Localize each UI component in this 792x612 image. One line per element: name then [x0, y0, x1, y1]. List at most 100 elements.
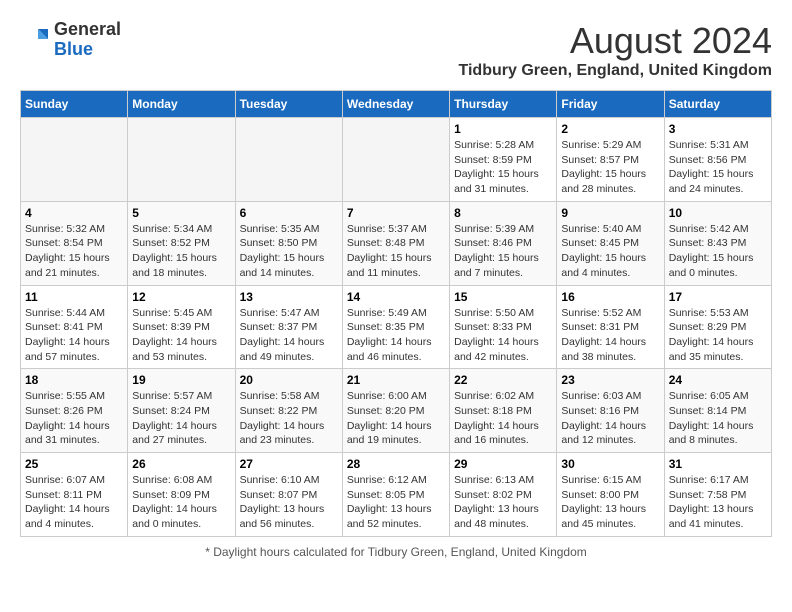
- day-number: 6: [240, 206, 338, 220]
- month-year-title: August 2024: [459, 20, 773, 62]
- day-number: 24: [669, 373, 767, 387]
- calendar-day-cell: [21, 118, 128, 202]
- calendar-day-cell: 10 Sunrise: 5:42 AMSunset: 8:43 PMDayligh…: [664, 201, 771, 285]
- day-info: Sunrise: 6:17 AMSunset: 7:58 PMDaylight:…: [669, 473, 767, 532]
- calendar-header-friday: Friday: [557, 91, 664, 118]
- calendar-header-wednesday: Wednesday: [342, 91, 449, 118]
- day-info: Sunrise: 6:12 AMSunset: 8:05 PMDaylight:…: [347, 473, 445, 532]
- day-number: 20: [240, 373, 338, 387]
- day-info: Sunrise: 6:00 AMSunset: 8:20 PMDaylight:…: [347, 389, 445, 448]
- calendar-header-tuesday: Tuesday: [235, 91, 342, 118]
- day-info: Sunrise: 5:28 AMSunset: 8:59 PMDaylight:…: [454, 138, 552, 197]
- calendar-week-row: 25 Sunrise: 6:07 AMSunset: 8:11 PMDayligh…: [21, 453, 772, 537]
- day-info: Sunrise: 5:45 AMSunset: 8:39 PMDaylight:…: [132, 306, 230, 365]
- day-info: Sunrise: 5:37 AMSunset: 8:48 PMDaylight:…: [347, 222, 445, 281]
- logo: General Blue: [20, 20, 121, 60]
- calendar-day-cell: 1 Sunrise: 5:28 AMSunset: 8:59 PMDaylight…: [450, 118, 557, 202]
- day-info: Sunrise: 6:08 AMSunset: 8:09 PMDaylight:…: [132, 473, 230, 532]
- day-number: 29: [454, 457, 552, 471]
- footer-note-text: Daylight hours: [213, 545, 290, 559]
- calendar-week-row: 18 Sunrise: 5:55 AMSunset: 8:26 PMDayligh…: [21, 369, 772, 453]
- day-info: Sunrise: 6:03 AMSunset: 8:16 PMDaylight:…: [561, 389, 659, 448]
- day-number: 23: [561, 373, 659, 387]
- day-info: Sunrise: 6:13 AMSunset: 8:02 PMDaylight:…: [454, 473, 552, 532]
- day-number: 14: [347, 290, 445, 304]
- day-number: 8: [454, 206, 552, 220]
- day-number: 1: [454, 122, 552, 136]
- day-info: Sunrise: 5:49 AMSunset: 8:35 PMDaylight:…: [347, 306, 445, 365]
- day-number: 3: [669, 122, 767, 136]
- day-number: 21: [347, 373, 445, 387]
- calendar-header-row: SundayMondayTuesdayWednesdayThursdayFrid…: [21, 91, 772, 118]
- day-number: 27: [240, 457, 338, 471]
- calendar-day-cell: 21 Sunrise: 6:00 AMSunset: 8:20 PMDayligh…: [342, 369, 449, 453]
- day-number: 17: [669, 290, 767, 304]
- calendar-day-cell: 6 Sunrise: 5:35 AMSunset: 8:50 PMDaylight…: [235, 201, 342, 285]
- title-section: August 2024 Tidbury Green, England, Unit…: [459, 20, 773, 80]
- calendar-day-cell: 18 Sunrise: 5:55 AMSunset: 8:26 PMDayligh…: [21, 369, 128, 453]
- calendar-day-cell: 31 Sunrise: 6:17 AMSunset: 7:58 PMDayligh…: [664, 453, 771, 537]
- calendar-day-cell: 27 Sunrise: 6:10 AMSunset: 8:07 PMDayligh…: [235, 453, 342, 537]
- day-info: Sunrise: 6:05 AMSunset: 8:14 PMDaylight:…: [669, 389, 767, 448]
- day-info: Sunrise: 6:15 AMSunset: 8:00 PMDaylight:…: [561, 473, 659, 532]
- calendar-week-row: 1 Sunrise: 5:28 AMSunset: 8:59 PMDaylight…: [21, 118, 772, 202]
- day-number: 18: [25, 373, 123, 387]
- calendar-header-thursday: Thursday: [450, 91, 557, 118]
- day-info: Sunrise: 6:07 AMSunset: 8:11 PMDaylight:…: [25, 473, 123, 532]
- calendar-day-cell: 19 Sunrise: 5:57 AMSunset: 8:24 PMDayligh…: [128, 369, 235, 453]
- day-info: Sunrise: 5:39 AMSunset: 8:46 PMDaylight:…: [454, 222, 552, 281]
- calendar-day-cell: [235, 118, 342, 202]
- calendar-day-cell: 20Sunrise: 5:58 AMSunset: 8:22 PMDayligh…: [235, 369, 342, 453]
- day-number: 13: [240, 290, 338, 304]
- day-number: 26: [132, 457, 230, 471]
- calendar-day-cell: 16Sunrise: 5:52 AMSunset: 8:31 PMDayligh…: [557, 285, 664, 369]
- day-info: Sunrise: 5:47 AMSunset: 8:37 PMDaylight:…: [240, 306, 338, 365]
- day-number: 7: [347, 206, 445, 220]
- calendar-day-cell: [128, 118, 235, 202]
- logo-text: General Blue: [54, 20, 121, 60]
- calendar-table: SundayMondayTuesdayWednesdayThursdayFrid…: [20, 90, 772, 537]
- day-info: Sunrise: 5:32 AMSunset: 8:54 PMDaylight:…: [25, 222, 123, 281]
- calendar-day-cell: 26 Sunrise: 6:08 AMSunset: 8:09 PMDayligh…: [128, 453, 235, 537]
- calendar-day-cell: 8 Sunrise: 5:39 AMSunset: 8:46 PMDaylight…: [450, 201, 557, 285]
- calendar-day-cell: 9 Sunrise: 5:40 AMSunset: 8:45 PMDaylight…: [557, 201, 664, 285]
- calendar-day-cell: 7 Sunrise: 5:37 AMSunset: 8:48 PMDaylight…: [342, 201, 449, 285]
- day-number: 9: [561, 206, 659, 220]
- calendar-day-cell: 11Sunrise: 5:44 AMSunset: 8:41 PMDayligh…: [21, 285, 128, 369]
- day-number: 10: [669, 206, 767, 220]
- calendar-day-cell: 23 Sunrise: 6:03 AMSunset: 8:16 PMDayligh…: [557, 369, 664, 453]
- day-number: 31: [669, 457, 767, 471]
- day-info: Sunrise: 5:34 AMSunset: 8:52 PMDaylight:…: [132, 222, 230, 281]
- day-info: Sunrise: 5:31 AMSunset: 8:56 PMDaylight:…: [669, 138, 767, 197]
- day-info: Sunrise: 5:35 AMSunset: 8:50 PMDaylight:…: [240, 222, 338, 281]
- calendar-header-monday: Monday: [128, 91, 235, 118]
- calendar-week-row: 11Sunrise: 5:44 AMSunset: 8:41 PMDayligh…: [21, 285, 772, 369]
- logo-general-text: General: [54, 20, 121, 40]
- calendar-day-cell: 5 Sunrise: 5:34 AMSunset: 8:52 PMDaylight…: [128, 201, 235, 285]
- day-info: Sunrise: 5:57 AMSunset: 8:24 PMDaylight:…: [132, 389, 230, 448]
- calendar-header-saturday: Saturday: [664, 91, 771, 118]
- day-number: 25: [25, 457, 123, 471]
- day-info: Sunrise: 5:55 AMSunset: 8:26 PMDaylight:…: [25, 389, 123, 448]
- day-number: 22: [454, 373, 552, 387]
- day-number: 19: [132, 373, 230, 387]
- calendar-day-cell: 13 Sunrise: 5:47 AMSunset: 8:37 PMDayligh…: [235, 285, 342, 369]
- calendar-day-cell: [342, 118, 449, 202]
- calendar-day-cell: 17Sunrise: 5:53 AMSunset: 8:29 PMDayligh…: [664, 285, 771, 369]
- day-number: 16: [561, 290, 659, 304]
- day-number: 5: [132, 206, 230, 220]
- calendar-day-cell: 30Sunrise: 6:15 AMSunset: 8:00 PMDayligh…: [557, 453, 664, 537]
- day-info: Sunrise: 5:29 AMSunset: 8:57 PMDaylight:…: [561, 138, 659, 197]
- day-info: Sunrise: 6:10 AMSunset: 8:07 PMDaylight:…: [240, 473, 338, 532]
- day-number: 12: [132, 290, 230, 304]
- day-number: 2: [561, 122, 659, 136]
- day-number: 28: [347, 457, 445, 471]
- calendar-day-cell: 28 Sunrise: 6:12 AMSunset: 8:05 PMDayligh…: [342, 453, 449, 537]
- day-info: Sunrise: 5:42 AMSunset: 8:43 PMDaylight:…: [669, 222, 767, 281]
- day-info: Sunrise: 5:44 AMSunset: 8:41 PMDaylight:…: [25, 306, 123, 365]
- header: General Blue August 2024 Tidbury Green, …: [20, 20, 772, 80]
- calendar-day-cell: 14 Sunrise: 5:49 AMSunset: 8:35 PMDayligh…: [342, 285, 449, 369]
- calendar-day-cell: 4Sunrise: 5:32 AMSunset: 8:54 PMDaylight…: [21, 201, 128, 285]
- calendar-day-cell: 3 Sunrise: 5:31 AMSunset: 8:56 PMDaylight…: [664, 118, 771, 202]
- day-info: Sunrise: 5:40 AMSunset: 8:45 PMDaylight:…: [561, 222, 659, 281]
